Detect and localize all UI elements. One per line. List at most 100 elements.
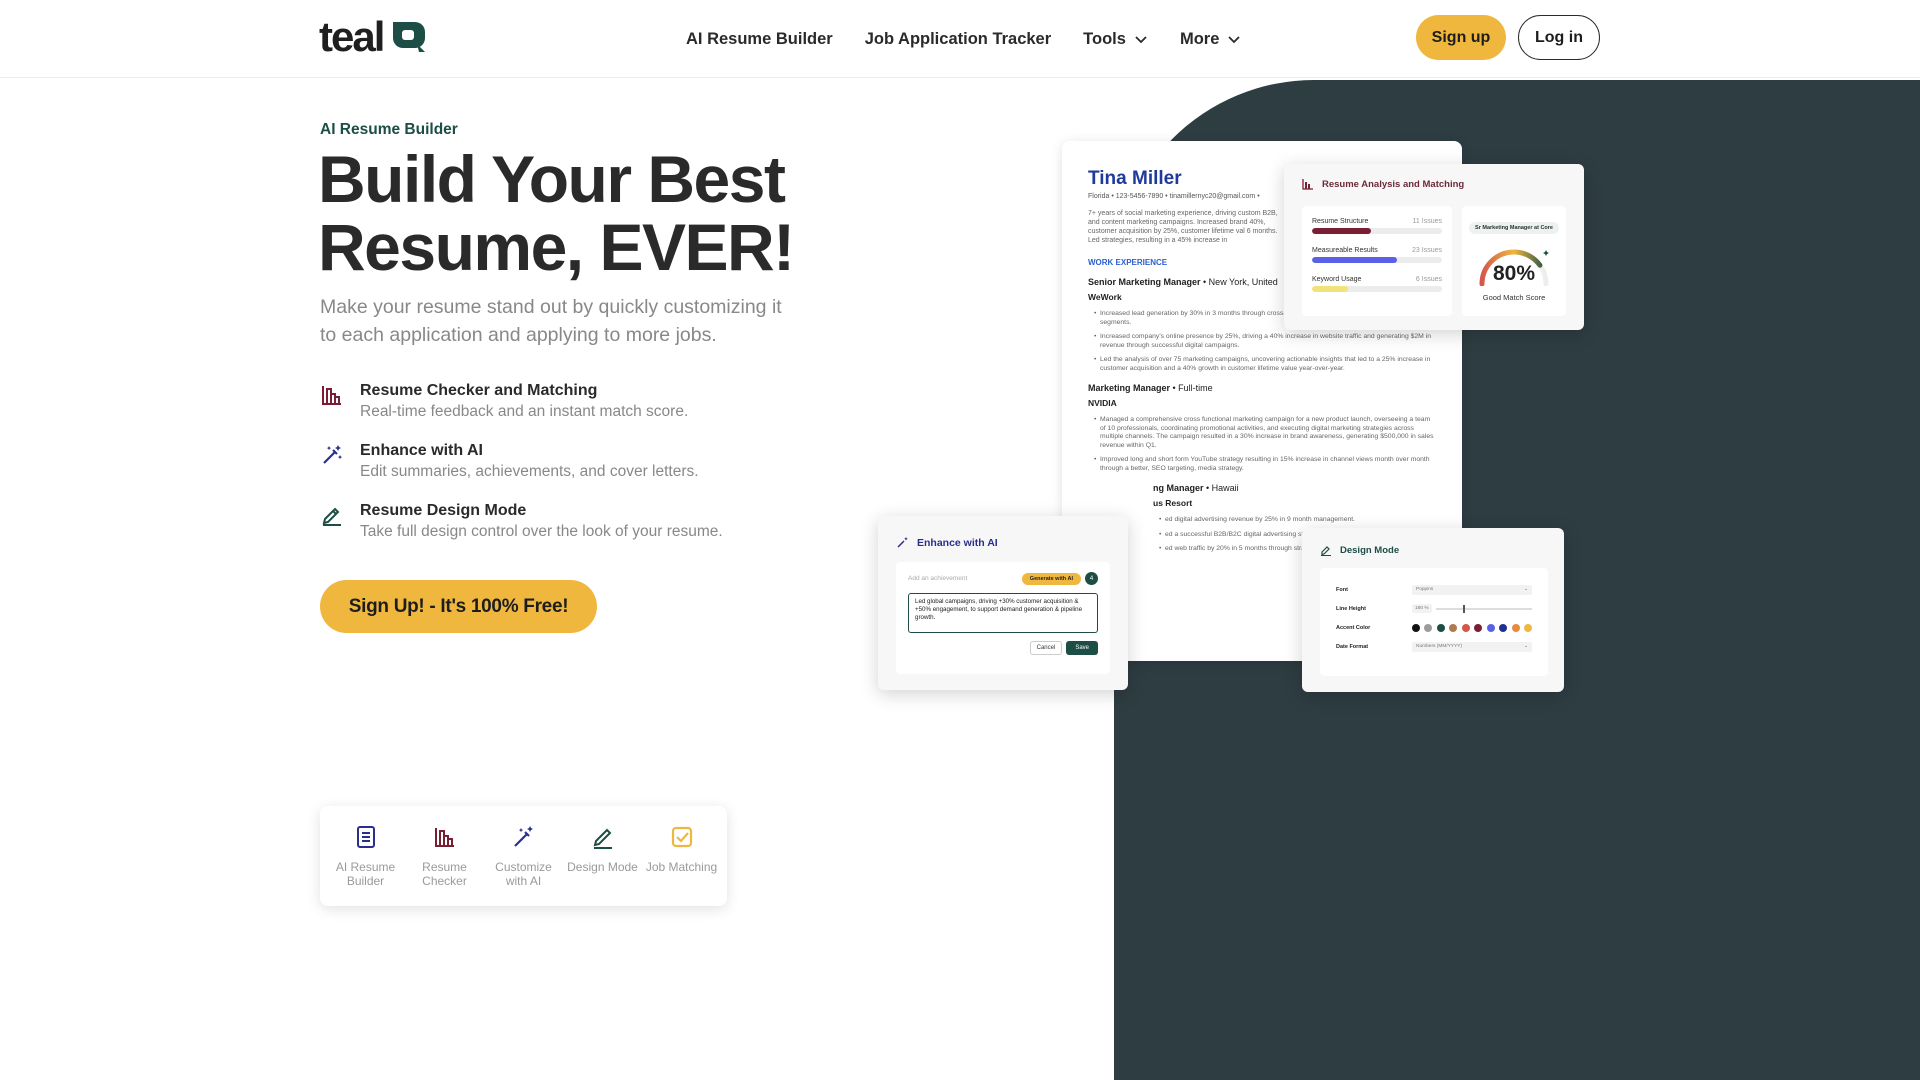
bar-chart-icon bbox=[322, 386, 341, 405]
tab-label: AI Resume Builder bbox=[335, 860, 396, 888]
metric-issues: 11 Issues bbox=[1412, 218, 1442, 225]
nav-job-application-tracker[interactable]: Job Application Tracker bbox=[865, 30, 1051, 49]
enhance-ai-card: Enhance with AI Add an achievement Gener… bbox=[878, 516, 1128, 690]
enhance-title: Enhance with AI bbox=[917, 536, 998, 549]
nav-tools[interactable]: Tools bbox=[1083, 30, 1148, 49]
pencil-icon bbox=[593, 828, 612, 849]
tab-design-mode[interactable]: Design Mode bbox=[564, 824, 642, 874]
score-gauge: 80% bbox=[1474, 242, 1554, 287]
resume-summary: 7+ years of social marketing experience,… bbox=[1088, 210, 1278, 244]
match-score: Sr Marketing Manager at Core 80% Good Ma… bbox=[1462, 206, 1566, 316]
color-swatch[interactable] bbox=[1412, 623, 1420, 632]
analysis-metrics: Resume Structure 11 Issues Measureable Re… bbox=[1302, 206, 1452, 316]
feature-list: Resume Checker and Matching Real-time fe… bbox=[320, 381, 840, 561]
design-mode-card: Design Mode Font Poppins ⌄ Line Height 18… bbox=[1302, 528, 1564, 692]
design-settings: Font Poppins ⌄ Line Height 180 % Accent C… bbox=[1320, 568, 1548, 676]
save-button[interactable]: Save bbox=[1066, 641, 1098, 655]
feature-title: Resume Design Mode bbox=[360, 502, 527, 519]
feature-item: Resume Design Mode Take full design cont… bbox=[320, 501, 840, 542]
font-row: Font Poppins ⌄ bbox=[1336, 580, 1532, 599]
color-swatch[interactable] bbox=[1523, 623, 1532, 632]
resume-role: Marketing Manager • Full-time bbox=[1088, 383, 1213, 393]
job-chip: Sr Marketing Manager at Core bbox=[1469, 222, 1559, 234]
hero-eyebrow: AI Resume Builder bbox=[320, 121, 458, 138]
feature-desc: Edit summaries, achievements, and cover … bbox=[360, 463, 699, 480]
logo-mark-icon bbox=[393, 22, 426, 52]
tab-ai-resume-builder[interactable]: AI Resume Builder bbox=[327, 824, 405, 888]
tab-label: Customize with AI bbox=[495, 860, 552, 888]
slider-handle[interactable] bbox=[1462, 604, 1465, 613]
resume-bullet: Improved long and short form YouTube str… bbox=[1094, 456, 1436, 473]
design-header: Design Mode bbox=[1320, 544, 1546, 556]
hero-title-line1: Build Your Best bbox=[318, 142, 786, 216]
color-swatch[interactable] bbox=[1449, 623, 1458, 632]
line-height-slider[interactable]: 180 % bbox=[1412, 604, 1532, 613]
line-height-row: Line Height 180 % bbox=[1336, 599, 1532, 618]
design-title: Design Mode bbox=[1340, 544, 1400, 556]
achievement-textarea[interactable]: Led global campaigns, driving +30% custo… bbox=[908, 593, 1098, 633]
tab-customize-with-ai[interactable]: Customize with AI bbox=[485, 824, 563, 888]
feature-title: Enhance with AI bbox=[360, 442, 483, 459]
logo-text: teal bbox=[319, 13, 385, 60]
site-header: teal AI Resume Builder Job Application T… bbox=[0, 0, 1920, 78]
color-swatch[interactable] bbox=[1474, 623, 1483, 632]
tab-job-matching[interactable]: Job Matching bbox=[643, 824, 721, 874]
color-swatch[interactable] bbox=[1436, 623, 1445, 632]
score-value: 80% bbox=[1492, 262, 1536, 285]
metric-bar bbox=[1312, 228, 1442, 234]
resume-role: ng Manager • Hawaii bbox=[1153, 483, 1239, 493]
hero-subtitle: Make your resume stand out by quickly cu… bbox=[320, 296, 782, 346]
resume-bullet: Led the analysis of over 75 marketing ca… bbox=[1094, 356, 1436, 373]
resume-bullets: Managed a comprehensive cross functional… bbox=[1088, 416, 1436, 473]
teal-logo[interactable]: teal bbox=[319, 16, 429, 58]
color-swatch[interactable] bbox=[1424, 623, 1433, 632]
enhance-header: Enhance with AI bbox=[896, 536, 1110, 549]
pencil-icon bbox=[322, 507, 341, 526]
tab-label: Job Matching bbox=[645, 860, 718, 874]
metric-row: Keyword Usage 6 Issues bbox=[1312, 276, 1442, 292]
chevron-down-icon bbox=[1228, 36, 1241, 44]
feature-desc: Real-time feedback and an instant match … bbox=[360, 403, 689, 420]
main-nav: AI Resume Builder Job Application Tracke… bbox=[686, 0, 1241, 78]
accent-swatches bbox=[1412, 623, 1532, 632]
enhance-panel: Add an achievement Generate with AI 4 Le… bbox=[896, 562, 1110, 674]
pencil-icon bbox=[1321, 546, 1331, 556]
document-icon bbox=[356, 826, 375, 848]
magic-wand-icon bbox=[513, 826, 533, 847]
cancel-button[interactable]: Cancel bbox=[1029, 641, 1063, 655]
tab-label: Design Mode bbox=[567, 860, 638, 874]
resume-bullet: ed digital advertising revenue by 25% in… bbox=[1159, 516, 1436, 525]
nav-ai-resume-builder[interactable]: AI Resume Builder bbox=[686, 30, 833, 49]
chevron-down-icon bbox=[1135, 36, 1147, 44]
color-swatch[interactable] bbox=[1499, 623, 1508, 632]
achievement-placeholder: Add an achievement bbox=[908, 575, 968, 582]
feature-desc: Take full design control over the look o… bbox=[360, 523, 723, 540]
color-swatch[interactable] bbox=[1511, 623, 1520, 632]
font-label: Font bbox=[1336, 586, 1348, 593]
feature-item: Resume Checker and Matching Real-time fe… bbox=[320, 381, 840, 422]
resume-analysis-card: Resume Analysis and Matching Resume Stru… bbox=[1284, 164, 1584, 330]
tab-resume-checker[interactable]: Resume Checker bbox=[406, 824, 484, 888]
font-select[interactable]: Poppins ⌄ bbox=[1412, 584, 1532, 595]
resume-bullet: Increased company's online presence by 2… bbox=[1094, 333, 1436, 350]
hero-title: Build Your Best Resume, EVER! bbox=[318, 145, 878, 281]
tab-label: Resume Checker bbox=[422, 860, 467, 888]
feature-item: Enhance with AI Edit summaries, achievem… bbox=[320, 441, 840, 482]
generate-ai-button[interactable]: Generate with AI bbox=[1021, 572, 1081, 585]
cta-signup-button[interactable]: Sign Up! - It's 100% Free! bbox=[320, 580, 597, 633]
hero-title-line2: Resume, EVER! bbox=[318, 210, 795, 284]
resume-company: NVIDIA bbox=[1088, 398, 1117, 408]
login-button[interactable]: Log in bbox=[1518, 15, 1600, 60]
metric-label: Resume Structure bbox=[1312, 218, 1369, 225]
metric-row: Measureable Results 23 Issues bbox=[1312, 247, 1442, 263]
date-format-select[interactable]: Numbers (MM/YYYY) ⌄ bbox=[1412, 641, 1532, 652]
bar-chart-icon bbox=[1302, 179, 1313, 190]
signup-button[interactable]: Sign up bbox=[1416, 15, 1506, 60]
nav-more[interactable]: More bbox=[1180, 30, 1241, 49]
color-swatch[interactable] bbox=[1486, 623, 1495, 632]
color-swatch[interactable] bbox=[1461, 623, 1470, 632]
feature-title: Resume Checker and Matching bbox=[360, 382, 598, 399]
metric-bar-fill bbox=[1312, 286, 1349, 292]
metric-label: Measureable Results bbox=[1312, 247, 1378, 254]
resume-company: us Resort bbox=[1153, 498, 1193, 508]
